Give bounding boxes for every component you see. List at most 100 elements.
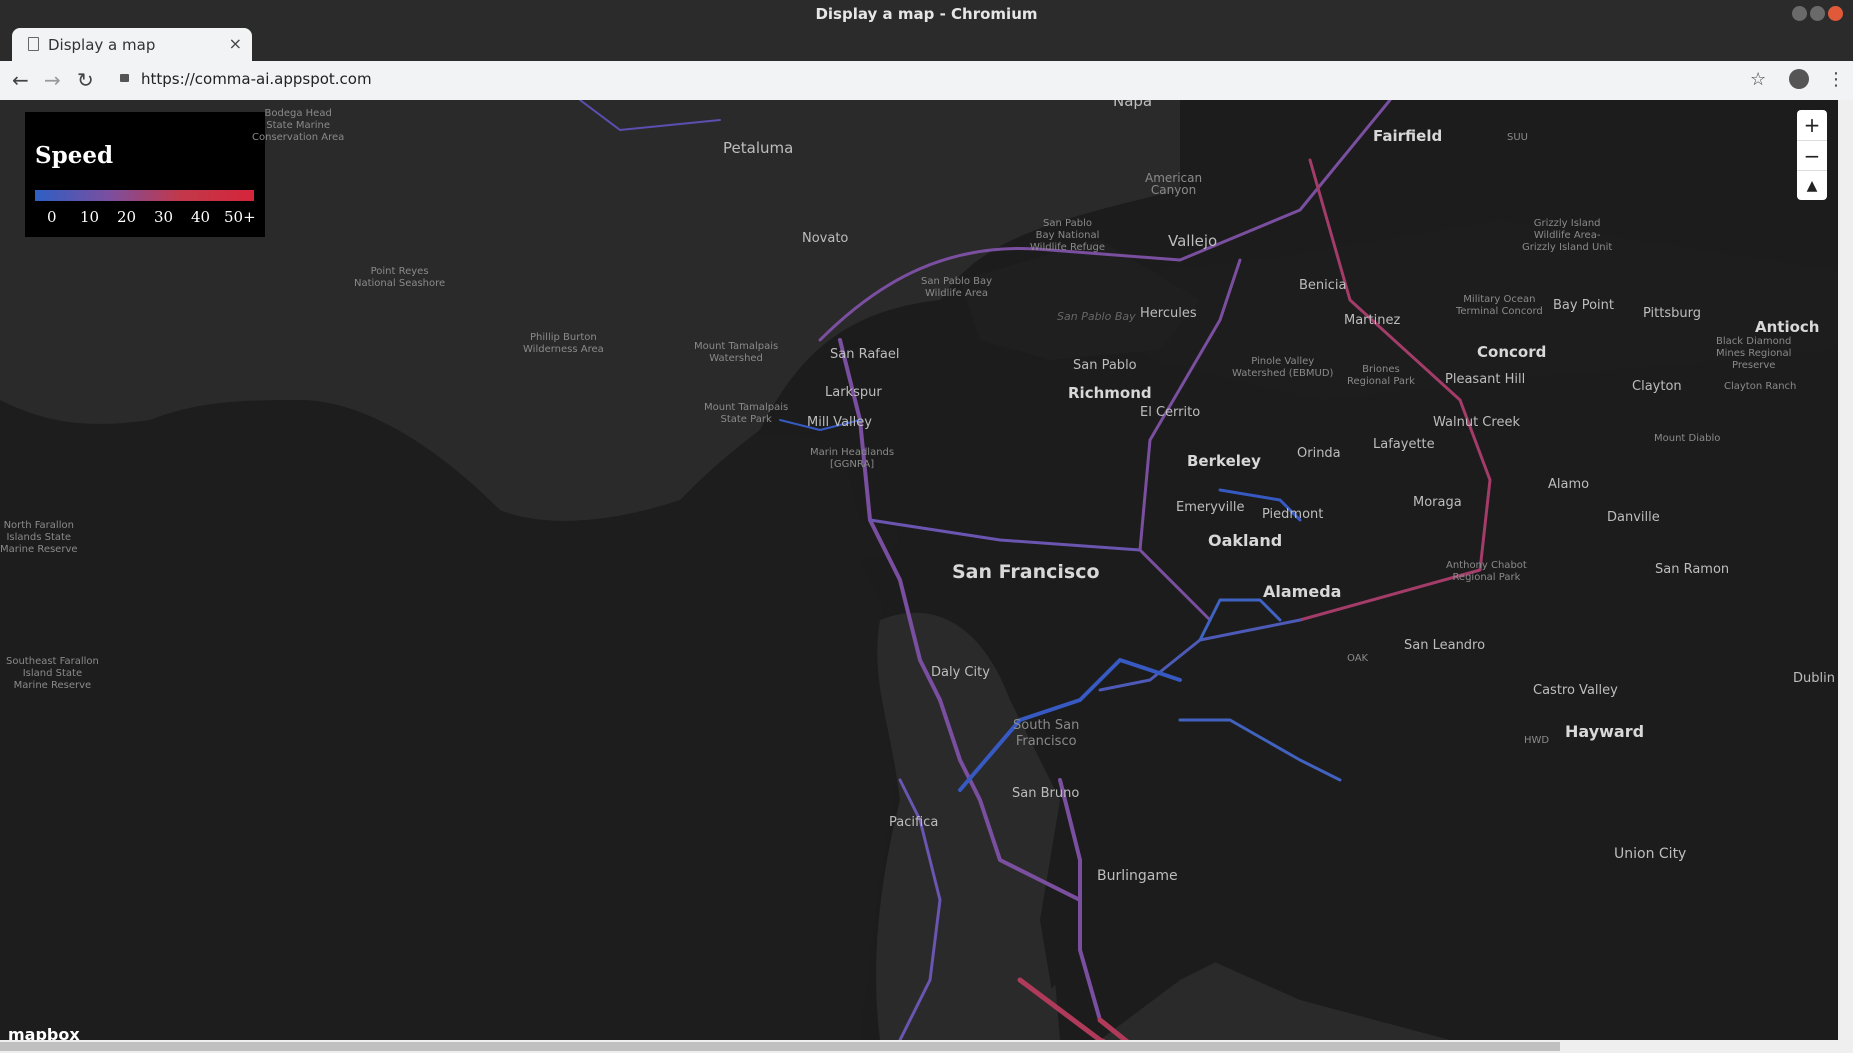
legend-title: Speed	[35, 142, 114, 169]
map-label: San Pablo Bay National Wildlife Refuge	[1030, 218, 1105, 253]
map-label: Clayton Ranch	[1724, 381, 1797, 392]
map-label: North Farallon Islands State Marine Rese…	[0, 520, 78, 555]
address-bar[interactable]: https://comma-ai.appspot.com	[141, 70, 372, 88]
map-label: Marin Headlands [GGNRA]	[810, 447, 895, 470]
map-label: Clayton	[1632, 379, 1682, 394]
minimize-icon[interactable]	[1792, 6, 1807, 21]
horizontal-scrollbar[interactable]	[0, 1040, 1853, 1053]
maximize-icon[interactable]	[1810, 6, 1825, 21]
map-label: Lafayette	[1373, 437, 1435, 452]
map-label: Point Reyes National Seashore	[354, 266, 446, 289]
map-label: Union City	[1614, 846, 1687, 862]
close-window-icon[interactable]	[1828, 6, 1843, 21]
legend-tick: 10	[80, 208, 100, 226]
mapbox-attribution[interactable]: mapbox	[8, 1025, 80, 1040]
tab-strip: Display a map × +	[0, 28, 1853, 81]
map-label: Hayward	[1565, 722, 1645, 741]
legend-tick: 30	[154, 208, 174, 226]
map-label: Benicia	[1299, 278, 1347, 293]
window-title: Display a map - Chromium	[815, 5, 1038, 23]
map-label: El Cerrito	[1140, 405, 1201, 420]
map-label: San Francisco	[952, 561, 1100, 583]
lock-icon	[120, 74, 129, 82]
bookmark-star-icon[interactable]: ☆	[1750, 69, 1766, 90]
map-label: Larkspur	[825, 385, 882, 400]
map-label: Military Ocean Terminal Concord	[1456, 294, 1543, 317]
legend-gradient-bar	[35, 190, 254, 201]
map-label: San Pablo Bay Wildlife Area	[921, 276, 993, 299]
speed-legend: Speed 0 10 20 30 40 50+	[25, 112, 265, 237]
map-label: Mount Diablo	[1654, 433, 1721, 444]
zoom-in-button[interactable]: +	[1797, 110, 1827, 140]
map-label: Richmond	[1068, 384, 1152, 402]
avatar[interactable]	[1789, 69, 1809, 89]
map-label: Concord	[1477, 343, 1547, 361]
browser-menu-icon[interactable]: ⋮	[1827, 69, 1845, 90]
map-label: Dublin	[1793, 671, 1835, 686]
map-label: Danville	[1607, 510, 1660, 525]
map-label: San Pablo Bay	[1057, 310, 1136, 323]
map-label: Bodega Head State Marine Conservation Ar…	[252, 108, 345, 143]
compass-button[interactable]: ▲	[1797, 170, 1827, 201]
map-label: HWD	[1524, 735, 1550, 746]
zoom-out-button[interactable]: −	[1797, 140, 1827, 171]
forward-icon[interactable]: →	[44, 68, 61, 92]
map-label: Mill Valley	[807, 415, 872, 430]
map-label: Napa	[1113, 100, 1153, 110]
map-label: South San Francisco	[1013, 718, 1080, 749]
vertical-scrollbar[interactable]	[1838, 100, 1853, 1040]
map-label: Piedmont	[1262, 507, 1324, 522]
map-label: Moraga	[1413, 495, 1462, 510]
map-label: Anthony Chabot Regional Park	[1446, 560, 1527, 583]
map-label: Alamo	[1548, 477, 1590, 492]
map-label: Phillip Burton Wilderness Area	[523, 332, 604, 355]
map-label: Antioch	[1755, 318, 1820, 336]
legend-tick: 40	[191, 208, 211, 226]
map-label: San Bruno	[1012, 786, 1080, 801]
map-label: Alameda	[1263, 582, 1342, 601]
map-label: Pinole Valley Watershed (EBMUD)	[1232, 356, 1334, 379]
map-canvas[interactable]: Speed 0 10 20 30 40 50+ + − ▲ Napa Fairf…	[0, 100, 1838, 1040]
map-label: Castro Valley	[1533, 683, 1618, 698]
map-label: Southeast Farallon Island State Marine R…	[6, 656, 99, 691]
map-label: Oakland	[1208, 531, 1283, 550]
map-label: Bay Point	[1553, 298, 1614, 313]
legend-tick: 50+	[224, 208, 256, 226]
map-label: Grizzly Island Wildlife Area- Grizzly Is…	[1522, 218, 1613, 253]
map-label: OAK	[1347, 653, 1369, 664]
map-label: Novato	[802, 231, 849, 246]
page-icon	[28, 37, 39, 51]
map-label: Orinda	[1297, 446, 1341, 461]
map-label: San Leandro	[1404, 638, 1486, 653]
tab-display-a-map[interactable]: Display a map ×	[12, 28, 252, 61]
reload-icon[interactable]: ↻	[77, 68, 94, 92]
map-label: Daly City	[931, 665, 990, 680]
map-label: Berkeley	[1187, 452, 1261, 470]
map-label: Black Diamond Mines Regional Preserve	[1716, 336, 1792, 371]
map-label: Pacifica	[889, 815, 939, 830]
legend-tick: 20	[117, 208, 137, 226]
map-label: San Ramon	[1655, 562, 1730, 577]
horizontal-scrollbar-thumb[interactable]	[0, 1042, 1560, 1051]
back-icon[interactable]: ←	[12, 68, 29, 92]
browser-toolbar: ← → ↻ https://comma-ai.appspot.com ☆ ⋮	[0, 61, 1853, 101]
route-segment	[1198, 598, 1282, 642]
window-titlebar: Display a map - Chromium	[0, 0, 1853, 28]
legend-tick: 0	[47, 208, 57, 226]
map-label: Pleasant Hill	[1445, 372, 1526, 387]
tab-label: Display a map	[48, 36, 156, 54]
map-label: Mount Tamalpais Watershed	[694, 341, 779, 364]
map-label: Emeryville	[1176, 500, 1245, 515]
tab-close-icon[interactable]: ×	[229, 34, 242, 53]
map-label: SUU	[1507, 132, 1528, 143]
map-label: San Rafael	[830, 347, 900, 362]
map-label: Briones Regional Park	[1347, 364, 1415, 387]
map-label: Mount Tamalpais State Park	[704, 402, 789, 425]
map-label: Hercules	[1140, 306, 1197, 321]
route-segment	[1178, 718, 1342, 782]
map-label: Walnut Creek	[1433, 415, 1520, 430]
map-label: American Canyon	[1145, 171, 1203, 197]
map-label: Vallejo	[1168, 232, 1218, 250]
map-label: Fairfield	[1373, 127, 1443, 145]
map-label: Burlingame	[1097, 868, 1178, 884]
